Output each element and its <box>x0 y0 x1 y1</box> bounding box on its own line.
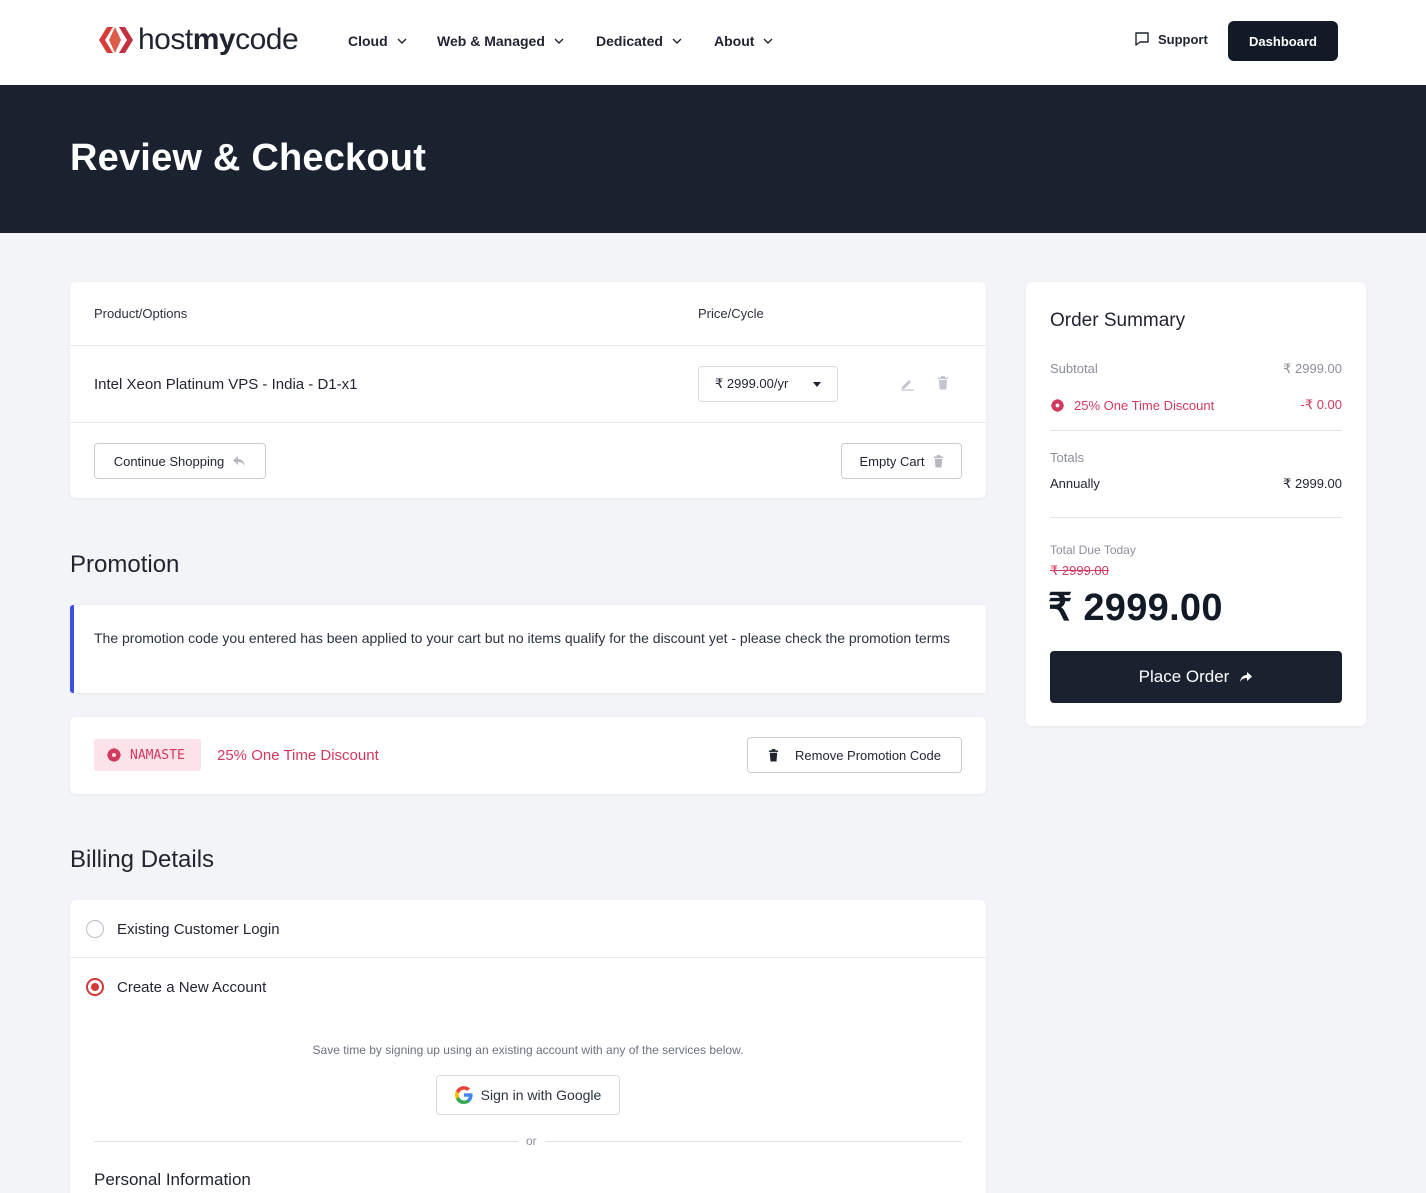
product-name: Intel Xeon Platinum VPS - India - D1-x1 <box>94 376 358 393</box>
totals-label-row: Totals <box>1050 450 1084 465</box>
remove-promotion-button[interactable]: Remove Promotion Code <box>747 737 962 773</box>
continue-shopping-button[interactable]: Continue Shopping <box>94 443 266 479</box>
dashboard-button[interactable]: Dashboard <box>1228 21 1338 61</box>
annual-total-row: Annually ₹ 2999.00 <box>1050 476 1342 491</box>
subtotal-row: Subtotal ₹ 2999.00 <box>1050 361 1342 376</box>
signup-hint-text: Save time by signing up using an existin… <box>312 1043 744 1057</box>
page-hero: Review & Checkout <box>0 85 1426 233</box>
promotion-notice-alert: The promotion code you entered has been … <box>70 605 986 693</box>
cart-item-row: Intel Xeon Platinum VPS - India - D1-x1 … <box>70 346 986 423</box>
order-summary-card: Order Summary Subtotal ₹ 2999.00 25% One… <box>1026 282 1366 726</box>
reply-arrow-icon <box>233 456 246 466</box>
edit-pencil-icon[interactable] <box>900 376 915 391</box>
radio-button[interactable] <box>86 920 104 938</box>
hostmycode-logo[interactable]: hostmycode <box>97 22 299 58</box>
nav-cloud[interactable]: Cloud <box>348 30 437 52</box>
applied-promotion-card: NAMASTE 25% One Time Discount Remove Pro… <box>70 717 986 794</box>
divider <box>1050 430 1342 431</box>
nav-dedicated[interactable]: Dedicated <box>596 30 714 52</box>
original-total: ₹ 2999.00 <box>1050 563 1109 578</box>
google-signin-button[interactable]: Sign in with Google <box>436 1075 620 1115</box>
chevron-down-icon <box>763 38 773 44</box>
total-due-label: Total Due Today <box>1050 543 1136 557</box>
nav-web-managed[interactable]: Web & Managed <box>437 30 596 52</box>
chat-bubble-icon <box>1135 32 1149 46</box>
cart-card: Product/Options Price/Cycle Intel Xeon P… <box>70 282 986 498</box>
radio-button-selected[interactable] <box>86 978 104 996</box>
discount-row: 25% One Time Discount -₹ 0.00 <box>1050 397 1342 413</box>
column-header-price: Price/Cycle <box>698 306 764 321</box>
order-summary-title: Order Summary <box>1050 310 1186 331</box>
promo-code-badge: NAMASTE <box>94 739 201 771</box>
google-logo-icon <box>454 1086 473 1104</box>
existing-customer-option[interactable]: Existing Customer Login <box>70 919 986 939</box>
billing-card: Existing Customer Login Create a New Acc… <box>70 900 986 1193</box>
billing-heading: Billing Details <box>70 846 215 873</box>
chevron-down-icon <box>397 38 407 44</box>
support-link[interactable]: Support <box>1134 31 1208 47</box>
chevron-down-icon <box>554 38 564 44</box>
total-due-amount: ₹ 2999.00 <box>1048 587 1223 629</box>
chevron-down-icon <box>672 38 682 44</box>
logo-mark-icon <box>99 27 133 53</box>
badge-gear-icon <box>106 747 122 763</box>
share-arrow-icon <box>1240 672 1253 682</box>
or-separator: or <box>518 1134 545 1148</box>
badge-gear-icon <box>1050 397 1065 413</box>
trash-icon <box>768 748 779 761</box>
promotion-notice-text: The promotion code you entered has been … <box>94 630 951 646</box>
main-nav: Cloud Web & Managed Dedicated About <box>348 30 794 52</box>
cart-table-header: Product/Options Price/Cycle <box>70 282 986 346</box>
nav-about[interactable]: About <box>714 30 794 52</box>
new-account-option[interactable]: Create a New Account <box>70 977 986 997</box>
top-navigation-bar: hostmycode Cloud Web & Managed Dedicated… <box>0 0 1426 85</box>
place-order-button[interactable]: Place Order <box>1050 651 1342 703</box>
billing-cycle-select[interactable]: ₹ 2999.00/yr <box>698 366 838 402</box>
column-header-product: Product/Options <box>94 306 188 321</box>
page-title: Review & Checkout <box>70 137 427 179</box>
logo-text: hostmycode <box>138 23 299 56</box>
trash-icon <box>933 454 943 467</box>
divider <box>1050 517 1342 518</box>
empty-cart-button[interactable]: Empty Cart <box>841 443 962 479</box>
promotion-heading: Promotion <box>70 551 180 578</box>
caret-down-icon <box>813 382 821 387</box>
promo-description: 25% One Time Discount <box>217 747 379 764</box>
personal-info-heading: Personal Information <box>94 1170 251 1189</box>
trash-icon[interactable] <box>937 376 949 390</box>
divider <box>70 957 986 958</box>
